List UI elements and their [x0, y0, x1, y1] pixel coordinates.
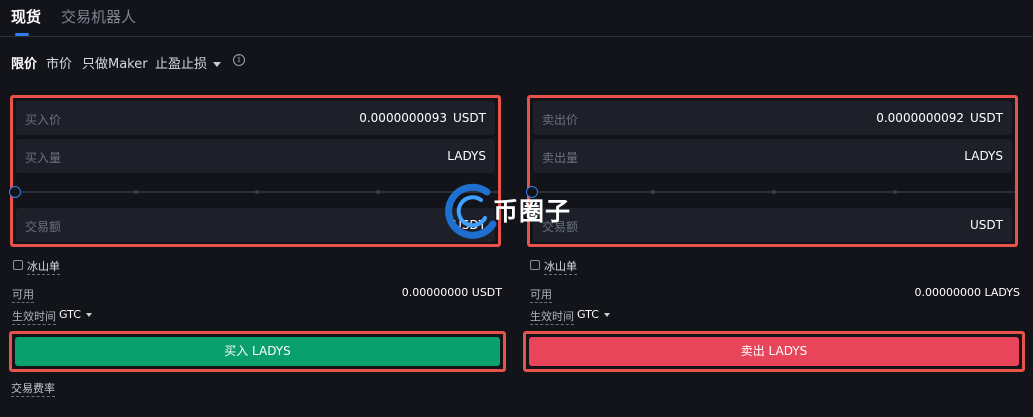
sell-price-unit: USDT — [970, 111, 1003, 125]
slider-dot-75[interactable] — [376, 190, 380, 194]
buy-available-value: 0.00000000 USDT — [401, 286, 502, 299]
order-type-tp-sl-label: 止盈止损 — [155, 57, 208, 72]
sell-price-label: 卖出价 — [542, 113, 579, 127]
buy-available-label: 可用 — [12, 288, 34, 303]
buy-price-input[interactable]: 买入价 0.0000000093 USDT — [16, 101, 495, 135]
sell-price-value: 0.0000000092 — [876, 111, 965, 125]
sell-amount-input[interactable]: 卖出量 LADYS — [533, 139, 1012, 173]
chevron-down-icon — [603, 313, 610, 317]
sell-available: 可用 0.00000000 LADYS — [530, 286, 1020, 303]
buy-amount-slider[interactable] — [9, 186, 498, 198]
sell-iceberg-label: 冰山单 — [544, 260, 577, 275]
sell-price-input[interactable]: 卖出价 0.0000000092 USDT — [533, 101, 1012, 135]
order-type-maker-only[interactable]: 只做Maker — [82, 53, 148, 72]
buy-price-label: 买入价 — [25, 113, 62, 127]
slider-dot-75[interactable] — [893, 190, 897, 194]
buy-tif-label: 生效时间 — [12, 310, 56, 325]
order-type-tp-sl-dropdown[interactable]: 止盈止损 — [155, 53, 222, 72]
buy-button[interactable]: 买入 LADYS — [15, 337, 500, 366]
buy-price-value: 0.0000000093 — [359, 111, 448, 125]
buy-button-highlight: 买入 LADYS — [9, 331, 506, 372]
buy-amount-unit: LADYS — [447, 149, 486, 163]
chevron-down-icon — [213, 62, 222, 67]
slider-dot-25[interactable] — [134, 190, 138, 194]
sell-form-highlight: 卖出价 0.0000000092 USDT 卖出量 LADYS 交易额 USDT — [526, 95, 1018, 247]
chevron-down-icon — [85, 313, 92, 317]
order-type-market[interactable]: 市价 — [46, 53, 72, 72]
buy-amount-input[interactable]: 买入量 LADYS — [16, 139, 495, 173]
sell-amount-unit: LADYS — [964, 149, 1003, 163]
sell-amount-label: 卖出量 — [542, 151, 579, 165]
buy-total-input[interactable]: 交易额 USDT — [16, 208, 495, 242]
buy-total-label: 交易额 — [25, 220, 62, 234]
buy-price-unit: USDT — [453, 111, 486, 125]
checkbox-icon[interactable] — [530, 260, 540, 270]
slider-handle[interactable] — [9, 186, 21, 198]
buy-form-highlight: 买入价 0.0000000093 USDT 买入量 LADYS 交易额 USDT — [9, 95, 501, 247]
trading-fee-link[interactable]: 交易费率 — [11, 380, 55, 397]
sell-total-unit: USDT — [970, 218, 1003, 232]
watermark-text: 币圈子 — [493, 197, 572, 226]
logo-icon — [445, 183, 497, 239]
buy-tif-value: GTC — [59, 308, 81, 321]
tab-spot[interactable]: 现货 — [11, 6, 41, 27]
sell-tif-value: GTC — [577, 308, 599, 321]
trade-tabs: 现货 交易机器人 — [0, 0, 1033, 37]
sell-total-input[interactable]: 交易额 USDT — [533, 208, 1012, 242]
active-tab-indicator — [15, 33, 29, 36]
buy-iceberg-label: 冰山单 — [27, 260, 60, 275]
slider-dot-50[interactable] — [255, 190, 259, 194]
slider-dot-50[interactable] — [772, 190, 776, 194]
tab-trading-bot[interactable]: 交易机器人 — [61, 6, 136, 27]
sell-available-value: 0.00000000 LADYS — [914, 286, 1020, 299]
checkbox-icon[interactable] — [13, 260, 23, 270]
buy-amount-label: 买入量 — [25, 151, 62, 165]
sell-amount-slider[interactable] — [526, 186, 1015, 198]
order-type-limit[interactable]: 限价 — [11, 53, 37, 72]
sell-button-highlight: 卖出 LADYS — [523, 331, 1025, 372]
info-icon[interactable]: i — [233, 54, 245, 66]
sell-available-label: 可用 — [530, 288, 552, 303]
slider-dot-25[interactable] — [651, 190, 655, 194]
watermark: 币圈子 — [441, 180, 591, 240]
buy-available: 可用 0.00000000 USDT — [12, 286, 502, 303]
sell-tif-label: 生效时间 — [530, 310, 574, 325]
sell-button[interactable]: 卖出 LADYS — [529, 337, 1019, 366]
